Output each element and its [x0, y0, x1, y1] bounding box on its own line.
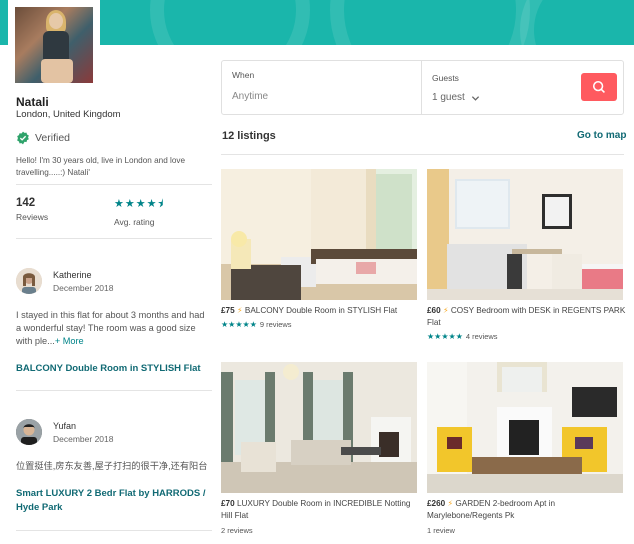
host-location: London, United Kingdom	[16, 109, 121, 120]
listing-rating: ★★★★★ 4 reviews	[427, 332, 498, 341]
listing-title[interactable]: £75 ⚡ BALCONY Double Room in STYLISH Fla…	[221, 305, 421, 317]
listings-count: 12 listings	[222, 130, 276, 142]
divider	[16, 184, 212, 185]
guests-select[interactable]: 1 guest	[432, 92, 465, 103]
guests-label: Guests	[432, 73, 459, 83]
more-link[interactable]: + More	[55, 336, 84, 346]
review-date: December 2018	[53, 283, 114, 293]
avg-rating-stat: ★★★★⯨ Avg. rating	[114, 195, 164, 227]
listing-title[interactable]: £60 ⚡ COSY Bedroom with DESK in REGENTS …	[427, 305, 627, 329]
host-avatar[interactable]	[8, 0, 100, 90]
when-input[interactable]: Anytime	[232, 91, 268, 102]
listing-rating: 1 review	[427, 526, 455, 535]
listing-rating: ★★★★★ 9 reviews	[221, 320, 292, 329]
star-icon: ★★★★★	[427, 332, 463, 341]
listing-name: BALCONY Double Room in STYLISH Flat	[244, 306, 398, 315]
go-to-map-link[interactable]: Go to map	[577, 130, 626, 141]
listing-photo[interactable]	[427, 362, 623, 493]
listing-reviews-count: 1 review	[427, 526, 455, 535]
when-field[interactable]: When Anytime	[222, 61, 422, 114]
listing-price: £70	[221, 499, 235, 508]
listing-photo[interactable]	[221, 169, 417, 300]
divider	[221, 154, 624, 155]
listing-title[interactable]: £260 ⚡ GARDEN 2-bedroom Apt in Marylebon…	[427, 498, 627, 522]
avg-rating-label: Avg. rating	[114, 217, 155, 227]
reviews-stat: 142 Reviews	[16, 197, 48, 222]
reviews-count: 142	[16, 197, 36, 209]
reviews-label: Reviews	[16, 212, 49, 222]
instant-book-bolt-icon: ⚡	[236, 306, 243, 315]
listing-photo[interactable]	[221, 362, 417, 493]
verified-label: Verified	[35, 132, 71, 144]
instant-book-bolt-icon: ⚡	[447, 499, 454, 508]
listing-price: £75	[221, 306, 235, 315]
reviewed-listing-link[interactable]: BALCONY Double Room in STYLISH Flat	[16, 362, 212, 376]
review-text: 位置挺佳,房东友善,屋子打扫的很干净,还有阳台	[16, 461, 208, 471]
listing-name: LUXURY Double Room in INCREDIBLE Notting…	[221, 499, 411, 520]
reviewer-name: Katherine	[53, 270, 92, 280]
host-name: Natali	[16, 95, 49, 109]
divider	[16, 530, 212, 531]
host-about: Hello! I'm 30 years old, live in London …	[16, 156, 186, 177]
reviewed-listing-link[interactable]: Smart LUXURY 2 Bedr Flat by HARRODS / Hy…	[16, 487, 212, 515]
listing-photo[interactable]	[427, 169, 623, 300]
instant-book-bolt-icon: ⚡	[442, 306, 449, 315]
review-text: I stayed in this flat for about 3 months…	[16, 309, 212, 348]
chevron-down-icon[interactable]	[471, 94, 480, 103]
review-date: December 2018	[53, 434, 114, 444]
listing-reviews-count: 2 reviews	[221, 526, 253, 535]
verified-badge: Verified	[16, 131, 70, 145]
star-icon: ★★★★★	[221, 320, 257, 329]
listing-name: GARDEN 2-bedroom Apt in Marylebone/Regen…	[427, 499, 556, 520]
listing-reviews-count: 9 reviews	[259, 320, 292, 329]
search-box: When Anytime Guests 1 guest	[221, 60, 624, 115]
listing-name: COSY Bedroom with DESK in REGENTS PARK F…	[427, 306, 626, 327]
listing-title[interactable]: £70 LUXURY Double Room in INCREDIBLE Not…	[221, 498, 421, 522]
when-label: When	[232, 70, 255, 80]
listing-reviews-count: 4 reviews	[465, 332, 498, 341]
listing-price: £260	[427, 499, 446, 508]
avg-rating-stars: ★★★★⯨	[114, 198, 165, 210]
reviewer-name: Yufan	[53, 421, 77, 431]
divider	[16, 390, 212, 391]
reviewer-avatar[interactable]	[16, 268, 42, 294]
listing-rating: 2 reviews	[221, 526, 253, 535]
divider	[16, 238, 212, 239]
search-icon	[592, 80, 605, 93]
review-body: I stayed in this flat for about 3 months…	[16, 310, 205, 346]
reviewer-avatar[interactable]	[16, 419, 42, 445]
verified-check-icon	[17, 131, 29, 145]
search-button[interactable]	[581, 73, 617, 101]
listing-price: £60	[427, 306, 441, 315]
